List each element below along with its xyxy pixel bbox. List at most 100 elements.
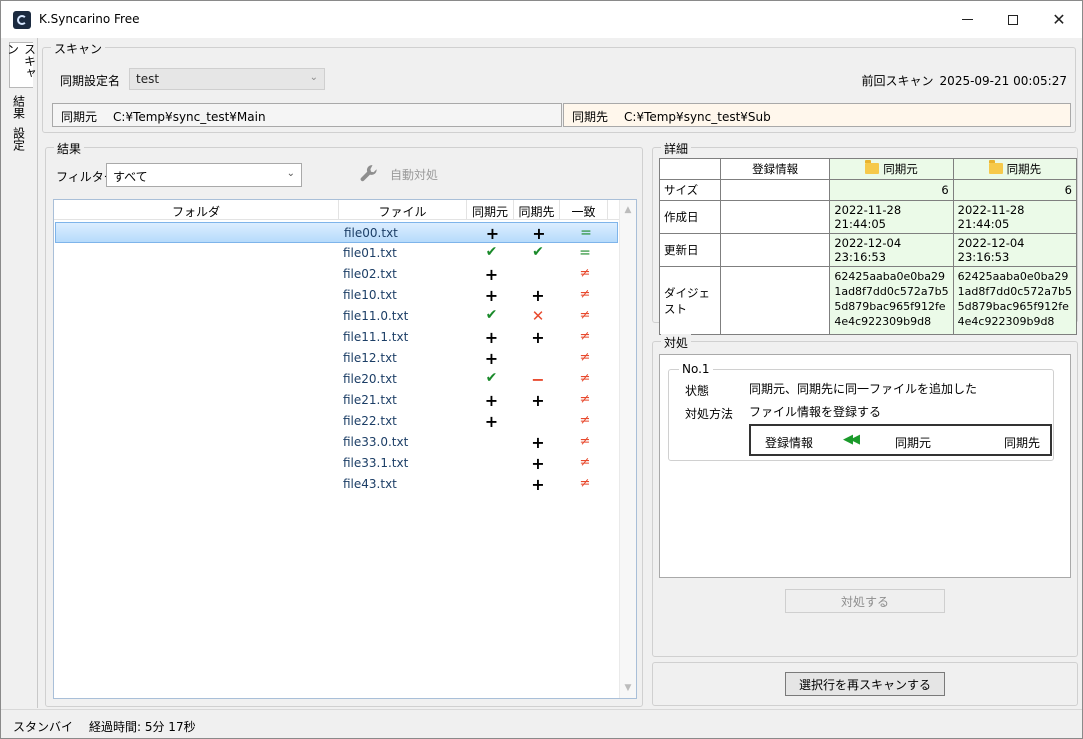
status-text: スタンバイ xyxy=(13,720,74,734)
dest-path: C:¥Temp¥sync_test¥Sub xyxy=(624,110,771,124)
vertical-scrollbar[interactable]: ▲ ▼ xyxy=(619,200,636,698)
detail-created-dst: 2022-11-28 21:44:05 xyxy=(952,200,1078,234)
folder-icon xyxy=(865,160,880,174)
minimize-icon xyxy=(961,19,973,20)
src-status-plus-icon: + xyxy=(485,224,500,243)
action-list: No.1 状態 同期元、同期先に同一ファイルを追加した 対処方法 ファイル情報を… xyxy=(659,354,1071,578)
column-header-folder[interactable]: フォルダ xyxy=(54,200,339,220)
detail-digest-registered xyxy=(719,266,831,335)
src-status-plus-icon: + xyxy=(484,328,499,347)
src-status-check-icon: ✔ xyxy=(485,307,498,323)
match-not-equal-icon: ≠ xyxy=(579,266,591,281)
scan-group-label: スキャン xyxy=(51,40,106,57)
detail-size-registered xyxy=(719,179,831,201)
column-header-file[interactable]: ファイル xyxy=(339,200,467,220)
dest-label: 同期先 xyxy=(572,110,609,124)
detail-table: 登録情報 同期元 同期先 サイズ 6 6 作成日 2022-11-28 21:4… xyxy=(659,158,1078,335)
app-logo-icon xyxy=(13,11,31,29)
method-value: ファイル情報を登録する xyxy=(749,405,882,419)
file-name-cell: file22.txt xyxy=(343,414,397,428)
table-row[interactable]: file00.txt + + = xyxy=(55,222,618,243)
direction-registered-label: 登録情報 xyxy=(765,436,814,450)
detail-group-label: 詳細 xyxy=(661,140,692,157)
detail-corner-cell xyxy=(659,158,721,180)
match-not-equal-icon: ≠ xyxy=(579,308,591,323)
state-label: 状態 xyxy=(685,384,710,398)
file-name-cell: file10.txt xyxy=(343,288,397,302)
sync-direction-box[interactable]: 登録情報 ◀◀ 同期元 同期先 xyxy=(749,424,1052,456)
rescan-selected-button[interactable]: 選択行を再スキャンする xyxy=(785,672,945,696)
src-status-plus-icon: + xyxy=(484,265,499,284)
detail-header-src: 同期元 xyxy=(829,158,954,180)
title-bar: K.Syncarino Free ✕ xyxy=(1,1,1082,38)
filter-value: すべて xyxy=(113,170,148,184)
file-name-cell: file21.txt xyxy=(343,393,397,407)
maximize-icon xyxy=(1008,14,1018,25)
detail-row-label-size: サイズ xyxy=(659,179,721,201)
chevron-down-icon: ⌄ xyxy=(309,72,318,83)
digest-dst-line: 5d879bac965f912fe xyxy=(957,300,1069,313)
column-header-match[interactable]: 一致 xyxy=(560,200,608,220)
detail-row-label-updated: 更新日 xyxy=(659,233,721,267)
resolve-button[interactable]: 対処する xyxy=(785,589,945,613)
column-header-src[interactable]: 同期元 xyxy=(467,200,514,220)
setting-name-select[interactable]: test ⌄ xyxy=(129,68,325,90)
match-not-equal-icon: ≠ xyxy=(579,476,591,491)
app-window: K.Syncarino Free ✕ スキャン 結果 設定 スキャン 同期設定名… xyxy=(0,0,1083,739)
maximize-button[interactable] xyxy=(990,1,1036,38)
match-not-equal-icon: ≠ xyxy=(579,413,591,428)
minimize-button[interactable] xyxy=(944,1,990,38)
file-name-cell: file01.txt xyxy=(343,246,397,260)
table-row[interactable]: file01.txt ✔ ✔ = xyxy=(55,243,618,264)
file-name-cell: file33.1.txt xyxy=(343,456,409,470)
auto-resolve-button[interactable]: 自動対処 xyxy=(358,162,438,186)
table-row[interactable]: file11.1.txt + + ≠ xyxy=(55,327,618,348)
match-equal-icon: = xyxy=(579,245,591,261)
src-status-plus-icon: + xyxy=(484,412,499,431)
filter-select[interactable]: すべて ⌄ xyxy=(106,163,302,187)
match-not-equal-icon: ≠ xyxy=(579,371,591,386)
digest-src-line: 62425aaba0e0ba29 xyxy=(834,270,946,283)
scroll-up-icon[interactable]: ▲ xyxy=(620,202,636,218)
setting-name-value: test xyxy=(136,72,160,86)
results-table[interactable]: フォルダ ファイル 同期元 同期先 一致 file00.txt + + = file01… xyxy=(53,199,637,699)
table-row[interactable]: file22.txt + ≠ xyxy=(55,411,618,432)
detail-header-dst-label: 同期先 xyxy=(1006,162,1042,176)
digest-dst-line: 62425aaba0e0ba29 xyxy=(957,270,1069,283)
table-row[interactable]: file10.txt + + ≠ xyxy=(55,285,618,306)
dst-status-plus-icon: + xyxy=(531,475,545,494)
detail-row-label-created: 作成日 xyxy=(659,200,721,234)
detail-header-src-label: 同期元 xyxy=(883,162,918,176)
state-value: 同期元、同期先に同一ファイルを追加した xyxy=(749,382,978,396)
dst-status-plus-icon: + xyxy=(531,391,545,410)
digest-dst-line: 4e4c922309b9d8 xyxy=(957,315,1055,328)
src-status-check-icon: ✔ xyxy=(485,370,498,386)
table-row[interactable]: file33.1.txt + ≠ xyxy=(55,453,618,474)
column-header-dst[interactable]: 同期先 xyxy=(514,200,560,220)
table-row[interactable]: file11.0.txt ✔ ✕ ≠ xyxy=(55,306,618,327)
scroll-down-icon[interactable]: ▼ xyxy=(620,680,636,696)
table-row[interactable]: file02.txt + ≠ xyxy=(55,264,618,285)
detail-digest-dst: 62425aaba0e0ba29 1ad8f7dd0c572a7b5 5d879… xyxy=(952,266,1078,335)
elapsed-time: 経過時間: 5分 17秒 xyxy=(89,720,196,734)
table-row[interactable]: file12.txt + ≠ xyxy=(55,348,618,369)
tab-results[interactable]: 結果 xyxy=(7,92,31,122)
file-name-cell: file11.0.txt xyxy=(343,309,409,323)
tab-settings[interactable]: 設定 xyxy=(7,124,31,154)
table-row[interactable]: file33.0.txt + ≠ xyxy=(55,432,618,453)
file-name-cell: file33.0.txt xyxy=(343,435,409,449)
dst-status-plus-icon: + xyxy=(531,328,545,347)
match-not-equal-icon: ≠ xyxy=(579,350,591,365)
setting-name-label: 同期設定名 xyxy=(60,74,121,88)
table-row[interactable]: file21.txt + + ≠ xyxy=(55,390,618,411)
detail-digest-src: 62425aaba0e0ba29 1ad8f7dd0c572a7b5 5d879… xyxy=(829,266,954,335)
file-name-cell: file00.txt xyxy=(344,226,398,240)
vertical-tab-bar: スキャン 結果 設定 xyxy=(1,38,38,708)
src-status-plus-icon: + xyxy=(484,349,499,368)
close-button[interactable]: ✕ xyxy=(1036,1,1082,38)
tab-scan[interactable]: スキャン xyxy=(6,42,37,88)
table-row[interactable]: file20.txt ✔ − ≠ xyxy=(55,369,618,390)
double-arrow-left-icon: ◀◀ xyxy=(843,432,860,447)
last-scan-info: 前回スキャン 2025-09-21 00:05:27 xyxy=(856,72,1067,89)
table-row[interactable]: file43.txt + ≠ xyxy=(55,474,618,495)
